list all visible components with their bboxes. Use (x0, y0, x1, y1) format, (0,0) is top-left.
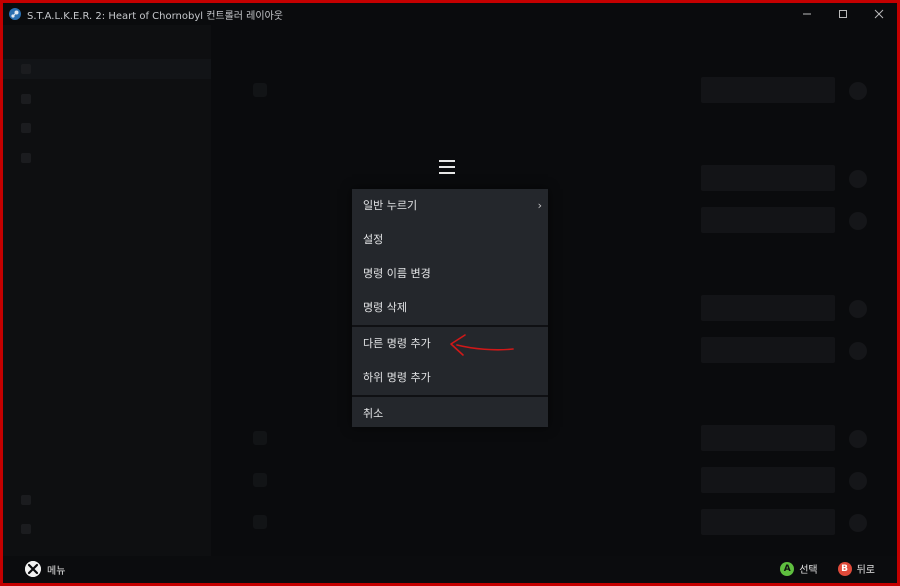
menu-item-rename-command[interactable]: 명령 이름 변경 (352, 257, 548, 291)
select-hint-label[interactable]: 선택 (799, 561, 817, 576)
menu-item-label: 명령 이름 변경 (363, 267, 431, 280)
minimize-button[interactable] (789, 3, 825, 25)
menu-item-label: 일반 누르기 (363, 199, 418, 212)
back-hint-label[interactable]: 뒤로 (857, 561, 875, 576)
window-title: S.T.A.L.K.E.R. 2: Heart of Chornobyl 컨트롤… (27, 10, 283, 22)
menu-item-settings[interactable]: 설정 (352, 223, 548, 257)
close-icon (874, 9, 884, 19)
menu-item-delete-command[interactable]: 명령 삭제 (352, 291, 548, 325)
a-button-icon: A (780, 561, 795, 576)
steam-icon (9, 8, 21, 20)
annotation-arrow-icon (450, 334, 514, 356)
menu-hint-label: 메뉴 (47, 565, 66, 577)
menu-item-add-sub-command[interactable]: 하위 명령 추가 (352, 361, 548, 395)
xbox-icon (25, 561, 41, 577)
minimize-icon (803, 13, 811, 15)
menu-item-label: 설정 (363, 233, 384, 246)
chevron-right-icon: › (537, 199, 542, 212)
title-bar: S.T.A.L.K.E.R. 2: Heart of Chornobyl 컨트롤… (3, 3, 897, 25)
menu-hint[interactable]: 메뉴 (25, 561, 65, 577)
menu-item-regular-press[interactable]: 일반 누르기 › (352, 189, 548, 223)
app-window: S.T.A.L.K.E.R. 2: Heart of Chornobyl 컨트롤… (3, 3, 897, 583)
menu-item-label: 취소 (363, 407, 384, 420)
context-menu: 일반 누르기 › 설정 명령 이름 변경 명령 삭제 다른 명령 추가 하위 명… (352, 189, 548, 427)
menu-item-label: 다른 명령 추가 (363, 337, 431, 350)
hamburger-menu-icon (439, 160, 455, 174)
close-button[interactable] (861, 3, 897, 25)
menu-item-label: 하위 명령 추가 (363, 371, 431, 384)
menu-item-label: 명령 삭제 (363, 301, 407, 314)
menu-item-cancel[interactable]: 취소 (352, 397, 548, 431)
maximize-button[interactable] (825, 3, 861, 25)
footer-bar: 메뉴 A 선택 B 뒤로 (3, 556, 897, 583)
maximize-icon (839, 10, 847, 18)
b-button-icon: B (837, 561, 852, 576)
